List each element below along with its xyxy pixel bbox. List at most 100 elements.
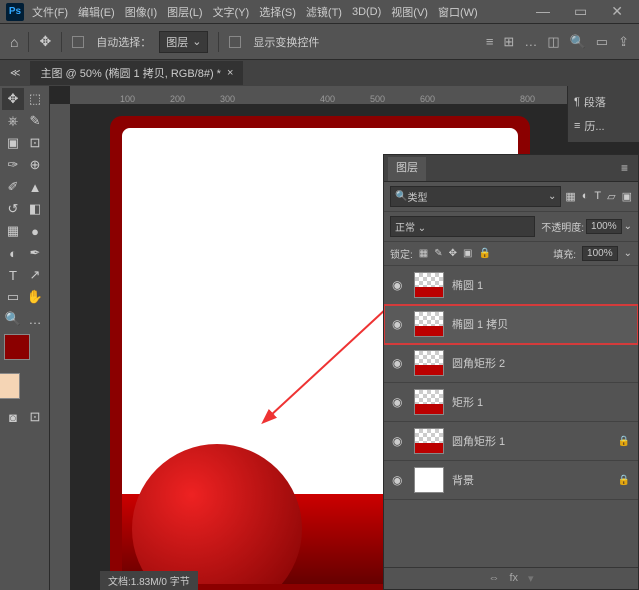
layer-row[interactable]: ◉ 圆角矩形 1 🔒 (384, 422, 638, 461)
menu-edit[interactable]: 编辑(E) (78, 4, 115, 20)
history-brush-tool[interactable]: ↺ (2, 198, 24, 220)
workspace-icon[interactable]: ▭ (596, 34, 608, 50)
toolbox: ✥ ⬚ ⎈ ✎ ▣ ⊡ ✑ ⊕ ✐ ▲ ↺ ◧ ▦ ● ◐ ✒ T ↗ ▭ ✋ … (0, 86, 50, 590)
transform-label: 显示变换控件 (253, 34, 319, 50)
screenmode-tool[interactable]: ⊡ (24, 406, 46, 428)
crop-tool[interactable]: ▣ (2, 132, 24, 154)
menu-3d[interactable]: 3D(D) (352, 6, 381, 18)
options-bar: ⌂ ✥ 自动选择： 图层⌄ 显示变换控件 ≡ ⊞ … ◫ 🔍 ▭ ⇪ (0, 24, 639, 60)
autoselect-target-dropdown[interactable]: 图层⌄ (159, 31, 208, 53)
lock-indicator-icon: 🔒 (618, 475, 630, 486)
home-icon[interactable]: ⌂ (10, 34, 18, 50)
lock-artboard-icon[interactable]: ▣ (463, 248, 472, 259)
type-tool[interactable]: T (2, 264, 24, 286)
blend-mode-dropdown[interactable]: 正常 ⌄ (390, 216, 535, 237)
menu-select[interactable]: 选择(S) (259, 4, 296, 20)
blur-tool[interactable]: ● (24, 220, 46, 242)
heal-tool[interactable]: ⊕ (24, 154, 46, 176)
lock-all-icon[interactable]: ▦ (419, 248, 428, 259)
more-icon[interactable]: … (524, 34, 537, 50)
move-tool-icon[interactable]: ✥ (39, 33, 51, 50)
fill-label: 填充: (553, 246, 576, 261)
layer-thumbnail[interactable] (414, 389, 444, 415)
quickmask-tool[interactable]: ◙ (2, 406, 24, 428)
menu-image[interactable]: 图像(I) (125, 4, 157, 20)
fx-icon[interactable]: fx (509, 572, 518, 585)
layer-row[interactable]: ◉ 圆角矩形 2 (384, 344, 638, 383)
visibility-icon[interactable]: ◉ (392, 317, 406, 331)
history-panel-tab[interactable]: ≡ 历... (572, 114, 635, 138)
paragraph-panel-tab[interactable]: ¶ 段落 (572, 90, 635, 114)
fill-value[interactable]: 100% (582, 246, 618, 261)
dodge-tool[interactable]: ◐ (2, 242, 24, 264)
search-icon[interactable]: 🔍 (570, 34, 586, 50)
visibility-icon[interactable]: ◉ (392, 395, 406, 409)
opacity-value[interactable]: 100% (586, 219, 622, 234)
visibility-icon[interactable]: ◉ (392, 434, 406, 448)
marquee-tool[interactable]: ⬚ (24, 88, 46, 110)
move-tool[interactable]: ✥ (2, 88, 24, 110)
share-icon[interactable]: ⇪ (618, 34, 629, 50)
layers-tab[interactable]: 图层 (388, 157, 426, 181)
visibility-icon[interactable]: ◉ (392, 278, 406, 292)
lock-pixel-icon[interactable]: ✎ (434, 248, 442, 259)
menu-file[interactable]: 文件(F) (32, 4, 68, 20)
document-tab[interactable]: 主图 @ 50% (椭圆 1 拷贝, RGB/8#) * × (30, 61, 243, 85)
layers-panel: 图层 ≡ 🔍 类型 ⌄ ▦ ◐ T ▱ ▣ 正常 ⌄ 不透明度: 100%⌄ 锁… (383, 154, 639, 590)
shape-tool[interactable]: ▭ (2, 286, 24, 308)
frame-tool[interactable]: ⊡ (24, 132, 46, 154)
quickselect-tool[interactable]: ✎ (24, 110, 46, 132)
layer-row[interactable]: ◉ 椭圆 1 (384, 266, 638, 305)
menu-window[interactable]: 窗口(W) (438, 4, 478, 20)
lock-indicator-icon: 🔒 (618, 436, 630, 447)
pen-tool[interactable]: ✒ (24, 242, 46, 264)
visibility-icon[interactable]: ◉ (392, 356, 406, 370)
lock-label: 锁定: (390, 246, 413, 261)
maximize-icon[interactable]: ▭ (574, 3, 587, 20)
filter-shape-icon[interactable]: ▱ (607, 190, 615, 203)
zoom-tool[interactable]: 🔍 (2, 308, 24, 330)
filter-adjust-icon[interactable]: ◐ (582, 190, 589, 203)
distribute-icon[interactable]: ⊞ (503, 34, 514, 50)
minimize-icon[interactable]: — (536, 3, 550, 20)
filter-type-icon[interactable]: T (594, 190, 601, 203)
stamp-tool[interactable]: ▲ (24, 176, 46, 198)
document-tab-bar: ≪ 主图 @ 50% (椭圆 1 拷贝, RGB/8#) * × (0, 60, 639, 86)
filter-pixel-icon[interactable]: ▦ (565, 190, 575, 203)
lasso-tool[interactable]: ⎈ (2, 110, 24, 132)
gradient-tool[interactable]: ▦ (2, 220, 24, 242)
lock-icon[interactable]: 🔒 (478, 248, 490, 259)
layer-thumbnail[interactable] (414, 467, 444, 493)
layer-thumbnail[interactable] (414, 428, 444, 454)
menu-type[interactable]: 文字(Y) (213, 4, 250, 20)
layer-row[interactable]: ◉ 矩形 1 (384, 383, 638, 422)
3d-icon[interactable]: ◫ (547, 34, 559, 50)
layer-thumbnail[interactable] (414, 272, 444, 298)
layer-row[interactable]: ◉ 椭圆 1 拷贝 (384, 305, 638, 344)
menu-filter[interactable]: 滤镜(T) (306, 4, 342, 20)
menu-view[interactable]: 视图(V) (391, 4, 428, 20)
layer-thumbnail[interactable] (414, 350, 444, 376)
menu-layer[interactable]: 图层(L) (167, 4, 202, 20)
color-swatches[interactable] (2, 330, 47, 406)
eraser-tool[interactable]: ◧ (24, 198, 46, 220)
panel-menu-icon[interactable]: ≡ (621, 161, 628, 175)
path-tool[interactable]: ↗ (24, 264, 46, 286)
hand-tool[interactable]: ✋ (24, 286, 46, 308)
edit-toolbar[interactable]: … (24, 308, 46, 330)
transform-checkbox[interactable] (229, 36, 241, 48)
collapse-icon[interactable]: ≪ (10, 68, 20, 79)
layer-row[interactable]: ◉ 背景 🔒 (384, 461, 638, 500)
visibility-icon[interactable]: ◉ (392, 473, 406, 487)
close-icon[interactable]: ✕ (611, 3, 623, 20)
layer-thumbnail[interactable] (414, 311, 444, 337)
align-icon[interactable]: ≡ (486, 34, 494, 50)
layer-filter-dropdown[interactable]: 🔍 类型 ⌄ (390, 186, 561, 207)
autoselect-checkbox[interactable] (72, 36, 84, 48)
tab-close-icon[interactable]: × (227, 67, 233, 79)
eyedropper-tool[interactable]: ✑ (2, 154, 24, 176)
brush-tool[interactable]: ✐ (2, 176, 24, 198)
link-layers-icon[interactable]: ⇔ (488, 572, 499, 585)
filter-smart-icon[interactable]: ▣ (622, 190, 632, 203)
lock-position-icon[interactable]: ✥ (449, 248, 457, 259)
